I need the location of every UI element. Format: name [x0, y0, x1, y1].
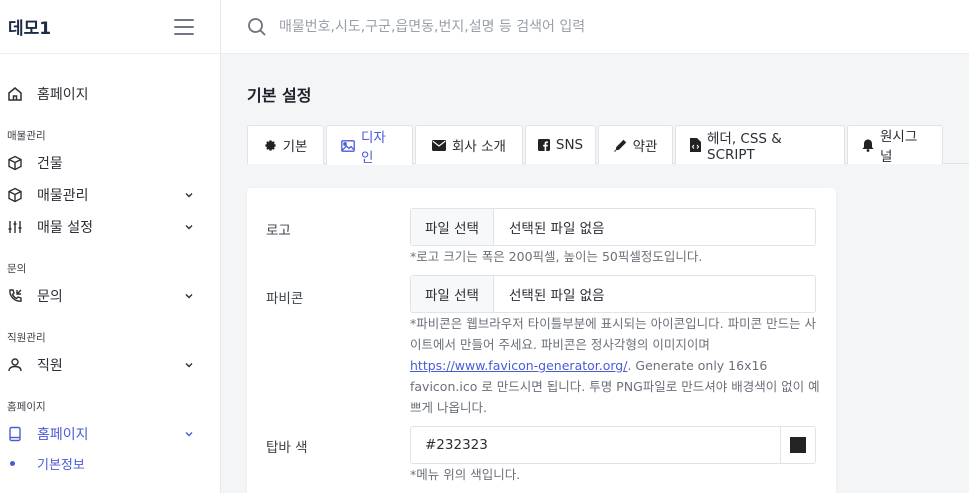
- cube-icon: [7, 187, 23, 203]
- topbar: [221, 0, 969, 54]
- sidebar-item-home[interactable]: 홈페이지: [0, 78, 220, 110]
- tab-onesignal[interactable]: 원시그널: [847, 125, 943, 165]
- sidebar-item-label: 건물: [37, 156, 63, 172]
- file-code-icon: [690, 138, 701, 152]
- tab-sns[interactable]: SNS: [525, 125, 596, 164]
- color-picker-button[interactable]: [780, 427, 815, 463]
- sidebar-section-title: 매물관리: [7, 130, 46, 142]
- sidebar-item-staff[interactable]: 직원: [0, 349, 220, 381]
- favicon-label: 파비콘: [266, 291, 304, 307]
- menu-toggle-icon[interactable]: [174, 18, 194, 35]
- app-title[interactable]: 데모1: [8, 14, 51, 39]
- settings-card: 로고 파일 선택 선택된 파일 없음 *로고 크기는 폭은 200픽셀, 높이는…: [247, 188, 836, 493]
- page-title: 기본 설정: [247, 86, 312, 105]
- sidebar-item-label: 홈페이지: [37, 427, 89, 443]
- sidebar-item-building[interactable]: 건물: [0, 147, 220, 179]
- pen-icon: [613, 139, 627, 152]
- color-swatch: [790, 437, 806, 453]
- search-icon[interactable]: [247, 17, 267, 37]
- cube-icon: [7, 155, 23, 171]
- chevron-down-icon: [185, 432, 193, 437]
- bell-icon: [862, 139, 874, 152]
- chevron-down-icon: [185, 225, 193, 230]
- sidebar-item-label: 직원: [37, 358, 63, 374]
- tab-label: 디자인: [361, 129, 386, 166]
- favicon-file-status: 선택된 파일 없음: [509, 288, 605, 304]
- favicon-file-select-button[interactable]: 파일 선택: [411, 276, 494, 312]
- sliders-icon: [7, 219, 23, 235]
- sidebar-item-label: 홈페이지: [37, 87, 89, 103]
- gear-icon: [264, 139, 277, 152]
- sidebar-section-title: 홈페이지: [7, 401, 46, 413]
- settings-tabs: 기본 디자인 회사 소개 SNS 약관 헤더, CSS & SCRIPT 원시그…: [247, 125, 969, 166]
- favicon-help-text: *파비콘은 웹브라우저 타이틀부분에 표시되는 아이콘입니다. 파미콘 만드는 …: [410, 313, 820, 418]
- user-icon: [7, 357, 23, 373]
- facebook-icon: [537, 139, 550, 151]
- tab-header-css-script[interactable]: 헤더, CSS & SCRIPT: [675, 125, 845, 164]
- logo-file-status: 선택된 파일 없음: [509, 221, 605, 237]
- sidebar-item-property-manage[interactable]: 매물관리: [0, 179, 220, 211]
- sidebar-subitem-basic-info[interactable]: 기본정보: [0, 450, 220, 476]
- sidebar-section-title: 직원관리: [7, 332, 46, 344]
- sidebar-item-label: 매물 설정: [37, 220, 93, 236]
- sidebar-item-inquiry[interactable]: 문의: [0, 280, 220, 312]
- sidebar-item-homepage[interactable]: 홈페이지: [0, 418, 220, 450]
- logo-label: 로고: [266, 223, 291, 239]
- tab-company-intro[interactable]: 회사 소개: [415, 125, 523, 164]
- topbar-color-input[interactable]: [411, 427, 780, 463]
- bullet-dot-icon: [10, 460, 15, 466]
- tab-basic[interactable]: 기본: [247, 125, 324, 164]
- home-icon: [7, 86, 23, 102]
- phone-incoming-icon: [7, 288, 23, 304]
- chevron-down-icon: [185, 363, 193, 368]
- tab-label: 회사 소개: [452, 139, 506, 155]
- tab-label: 기본: [282, 139, 308, 155]
- sidebar-item-label: 문의: [37, 289, 63, 305]
- topbar-color-help-text: *메뉴 위의 색입니다.: [410, 467, 521, 482]
- sidebar: 데모1 홈페이지 매물관리 건물 매물관리 매물 설정 문의 문의 직원관리 직…: [0, 0, 221, 493]
- topbar-color-label: 탑바 색: [266, 440, 308, 456]
- topbar-color-field: [410, 426, 816, 464]
- logo-file-input[interactable]: 파일 선택 선택된 파일 없음: [410, 208, 816, 246]
- envelope-icon: [432, 139, 446, 151]
- sidebar-section-title: 문의: [7, 263, 27, 275]
- tab-terms[interactable]: 약관: [598, 125, 673, 164]
- search-input[interactable]: [279, 18, 779, 35]
- chevron-down-icon: [185, 294, 193, 299]
- chevron-down-icon: [185, 193, 193, 198]
- tab-label: 약관: [632, 139, 658, 155]
- brand-bar: 데모1: [0, 0, 220, 54]
- favicon-generator-link[interactable]: https://www.favicon-generator.org/: [410, 358, 627, 373]
- tablet-icon: [7, 426, 23, 442]
- sidebar-subitem-label: 기본정보: [37, 457, 85, 473]
- sidebar-nav: 홈페이지 매물관리 건물 매물관리 매물 설정 문의 문의 직원관리 직원 홈페…: [0, 54, 220, 476]
- image-icon: [341, 139, 355, 152]
- tab-design[interactable]: 디자인: [326, 125, 413, 166]
- favicon-help-part-1: *파비콘은 웹브라우저 타이틀부분에 표시되는 아이콘입니다. 파미콘 만드는 …: [410, 316, 817, 352]
- tab-label: SNS: [555, 137, 584, 153]
- favicon-file-input[interactable]: 파일 선택 선택된 파일 없음: [410, 275, 816, 313]
- logo-help-text: *로고 크기는 폭은 200픽셀, 높이는 50픽셀정도입니다.: [410, 249, 703, 264]
- sidebar-item-label: 매물관리: [37, 188, 89, 204]
- tab-label: 원시그널: [880, 129, 918, 165]
- logo-file-select-button[interactable]: 파일 선택: [411, 209, 494, 245]
- tab-label: 헤더, CSS & SCRIPT: [707, 131, 782, 163]
- sidebar-item-property-settings[interactable]: 매물 설정: [0, 211, 220, 243]
